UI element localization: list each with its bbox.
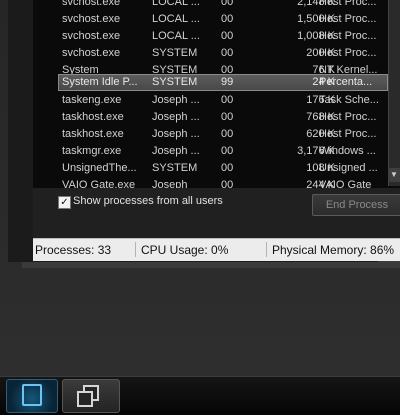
process-cpu: 00 bbox=[221, 94, 234, 106]
taskbar-windows-button[interactable] bbox=[62, 379, 120, 413]
process-description: Percenta... bbox=[319, 76, 373, 88]
process-cpu: 00 bbox=[221, 162, 234, 174]
status-divider bbox=[135, 242, 136, 257]
process-name: taskhost.exe bbox=[62, 128, 124, 140]
scroll-down-arrow-icon: ▼ bbox=[390, 170, 398, 179]
selected-process-row[interactable]: System Idle P... SYSTEM 99 24 K Percenta... bbox=[58, 74, 388, 91]
process-user: SYSTEM bbox=[152, 76, 198, 88]
process-name: System Idle P... bbox=[62, 76, 138, 88]
process-name: VAIO Gate.exe bbox=[62, 179, 136, 188]
process-cpu: 00 bbox=[221, 0, 234, 8]
process-user: LOCAL ... bbox=[152, 13, 200, 25]
process-row[interactable]: taskhost.exe Joseph ... 00 620 K Host Proc..… bbox=[33, 126, 400, 143]
status-cpu-usage: CPU Usage: 0% bbox=[141, 243, 229, 257]
process-row[interactable]: svchost.exe SYSTEM 00 200 K Host Proc... bbox=[33, 45, 400, 62]
process-cpu: 99 bbox=[221, 76, 234, 88]
process-row[interactable]: VAIO Gate.exe Joseph 00 244 K VAIO Gate bbox=[33, 177, 400, 188]
process-description: Task Sche... bbox=[319, 94, 379, 106]
process-user: SYSTEM bbox=[152, 162, 198, 174]
process-description: Host Proc... bbox=[319, 111, 377, 123]
process-name: taskmgr.exe bbox=[62, 145, 122, 157]
process-user: LOCAL ... bbox=[152, 0, 200, 8]
status-bar: Processes: 33 CPU Usage: 0% Physical Mem… bbox=[33, 238, 400, 261]
process-row[interactable]: taskhost.exe Joseph ... 00 768 K Host Proc..… bbox=[33, 109, 400, 126]
process-row[interactable]: UnsignedThe... SYSTEM 00 108 K Unsigned ... bbox=[33, 160, 400, 177]
app-window-icon bbox=[22, 384, 42, 406]
process-name: svchost.exe bbox=[62, 0, 121, 8]
process-cpu: 00 bbox=[221, 179, 234, 188]
scroll-down-button[interactable]: ▼ bbox=[388, 168, 400, 182]
process-name: svchost.exe bbox=[62, 13, 121, 25]
process-row[interactable]: svchost.exe LOCAL ... 00 1,500 K Host Proc..… bbox=[33, 11, 400, 28]
process-description: VAIO Gate bbox=[319, 179, 372, 188]
process-description: Host Proc... bbox=[319, 128, 377, 140]
process-cpu: 00 bbox=[221, 47, 234, 59]
process-user: Joseph ... bbox=[152, 94, 200, 106]
process-user: Joseph bbox=[152, 179, 188, 188]
process-description: Host Proc... bbox=[319, 0, 377, 8]
process-name: svchost.exe bbox=[62, 30, 121, 42]
process-name: UnsignedThe... bbox=[62, 162, 137, 174]
show-all-users-checkbox[interactable]: ✓ bbox=[58, 196, 71, 209]
end-process-button[interactable]: End Process bbox=[312, 194, 400, 216]
show-all-users-label: Show processes from all users bbox=[73, 195, 223, 207]
process-row[interactable]: taskmgr.exe Joseph ... 00 3,176 K Windows ..… bbox=[33, 143, 400, 160]
status-process-count: Processes: 33 bbox=[35, 243, 112, 257]
status-physical-memory: Physical Memory: 86% bbox=[272, 243, 395, 257]
process-row[interactable]: svchost.exe LOCAL ... 00 2,148 K Host Proc..… bbox=[33, 0, 400, 11]
taskbar bbox=[0, 376, 400, 415]
process-user: Joseph ... bbox=[152, 128, 200, 140]
process-cpu: 00 bbox=[221, 145, 234, 157]
process-description: Host Proc... bbox=[319, 30, 377, 42]
process-name: taskhost.exe bbox=[62, 111, 124, 123]
process-description: Host Proc... bbox=[319, 13, 377, 25]
process-user: SYSTEM bbox=[152, 47, 198, 59]
process-name: taskeng.exe bbox=[62, 94, 122, 106]
process-cpu: 00 bbox=[221, 13, 234, 25]
process-description: Host Proc... bbox=[319, 47, 377, 59]
process-row[interactable]: taskeng.exe Joseph ... 00 176 K Task Sche... bbox=[33, 92, 400, 109]
process-user: Joseph ... bbox=[152, 111, 200, 123]
process-row[interactable]: svchost.exe LOCAL ... 00 1,008 K Host Proc..… bbox=[33, 28, 400, 45]
process-description: Unsigned ... bbox=[319, 162, 378, 174]
process-cpu: 00 bbox=[221, 30, 234, 42]
process-cpu: 00 bbox=[221, 111, 234, 123]
vertical-scrollbar[interactable] bbox=[388, 0, 400, 186]
process-list[interactable]: svchost.exe LOCAL ... 00 2,148 K Host Proc..… bbox=[33, 0, 400, 188]
process-user: LOCAL ... bbox=[152, 30, 200, 42]
process-description: Windows ... bbox=[319, 145, 376, 157]
status-divider bbox=[266, 242, 267, 257]
process-cpu: 00 bbox=[221, 128, 234, 140]
windows-stack-icon bbox=[77, 391, 93, 407]
process-user: Joseph ... bbox=[152, 145, 200, 157]
process-name: svchost.exe bbox=[62, 47, 121, 59]
